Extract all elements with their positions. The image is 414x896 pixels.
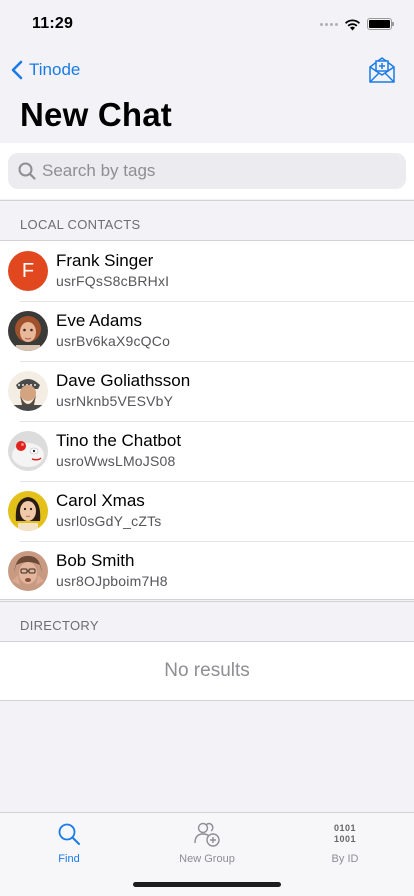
local-contacts-header: LOCAL CONTACTS (0, 200, 414, 240)
contact-name: Dave Goliathsson (56, 371, 191, 390)
avatar (8, 431, 48, 471)
contact-row[interactable]: Carol Xmas usrl0sGdY_cZTs (0, 481, 414, 541)
status-time: 11:29 (32, 15, 74, 32)
tab-label: By ID (331, 853, 359, 865)
cellular-signal-icon (320, 22, 338, 26)
avatar: F (8, 251, 48, 291)
avatar-initial: F (21, 259, 35, 282)
envelope-add-icon (369, 57, 395, 83)
chevron-left-icon (11, 60, 23, 80)
search-input[interactable] (42, 161, 396, 181)
contact-id: usrl0sGdY_cZTs (56, 513, 162, 529)
page-title: New Chat (20, 96, 172, 133)
back-button-label: Tinode (29, 60, 81, 79)
avatar (8, 371, 48, 411)
battery-icon (367, 18, 394, 30)
back-button[interactable]: Tinode (10, 60, 80, 80)
contacts-list: F Frank Singer usrFQsS8cBRHxI Eve Adams … (0, 240, 414, 600)
contact-row[interactable]: Tino the Chatbot usroWwsLMoJS08 (0, 421, 414, 481)
contact-id: usrFQsS8cBRHxI (56, 273, 170, 289)
contact-id: usroWwsLMoJS08 (56, 453, 176, 469)
local-contacts-header-label: LOCAL CONTACTS (20, 217, 141, 232)
bob-avatar-photo (8, 551, 48, 591)
contact-name: Tino the Chatbot (56, 431, 182, 450)
status-indicators (320, 18, 394, 31)
directory-header: DIRECTORY (0, 601, 414, 641)
tab-find[interactable]: Find (9, 819, 129, 896)
status-bar: 11:29 (0, 0, 414, 48)
navigation-bar: Tinode (0, 48, 414, 92)
contact-id: usrNknb5VESVbY (56, 393, 174, 409)
contact-id: usrBv6kaX9cQCo (56, 333, 171, 349)
tab-by-id[interactable]: 0101 1001 By ID (285, 819, 405, 896)
binary-id-icon: 0101 1001 (334, 823, 356, 845)
binary-icon-line: 1001 (333, 834, 357, 844)
eve-avatar-photo (8, 311, 48, 351)
invite-by-email-button[interactable] (366, 54, 398, 86)
wifi-icon (345, 18, 360, 30)
tab-label: Find (58, 853, 80, 865)
avatar (8, 311, 48, 351)
avatar (8, 491, 48, 531)
home-indicator (133, 882, 281, 887)
contact-id: usr8OJpboim7H8 (56, 573, 168, 589)
contact-row[interactable]: Bob Smith usr8OJpboim7H8 (0, 541, 414, 601)
contact-name: Frank Singer (56, 251, 154, 270)
no-results-text: No results (164, 660, 250, 681)
contact-row[interactable]: Eve Adams usrBv6kaX9cQCo (0, 301, 414, 361)
search-icon (58, 823, 80, 845)
search-icon (18, 162, 36, 180)
tino-avatar-photo (8, 431, 48, 471)
search-box[interactable] (8, 153, 406, 189)
add-group-icon (194, 822, 220, 847)
contact-name: Carol Xmas (56, 491, 145, 510)
directory-header-label: DIRECTORY (20, 618, 99, 633)
contact-name: Bob Smith (56, 551, 135, 570)
search-bar (0, 143, 414, 199)
carol-avatar-photo (8, 491, 48, 531)
binary-icon-line: 0101 (333, 823, 357, 833)
contact-row[interactable]: Dave Goliathsson usrNknb5VESVbY (0, 361, 414, 421)
directory-results: No results (0, 641, 414, 701)
dave-avatar-photo (8, 371, 48, 411)
tab-label: New Group (179, 853, 235, 865)
contact-row[interactable]: F Frank Singer usrFQsS8cBRHxI (0, 241, 414, 301)
avatar (8, 551, 48, 591)
contact-name: Eve Adams (56, 311, 142, 330)
